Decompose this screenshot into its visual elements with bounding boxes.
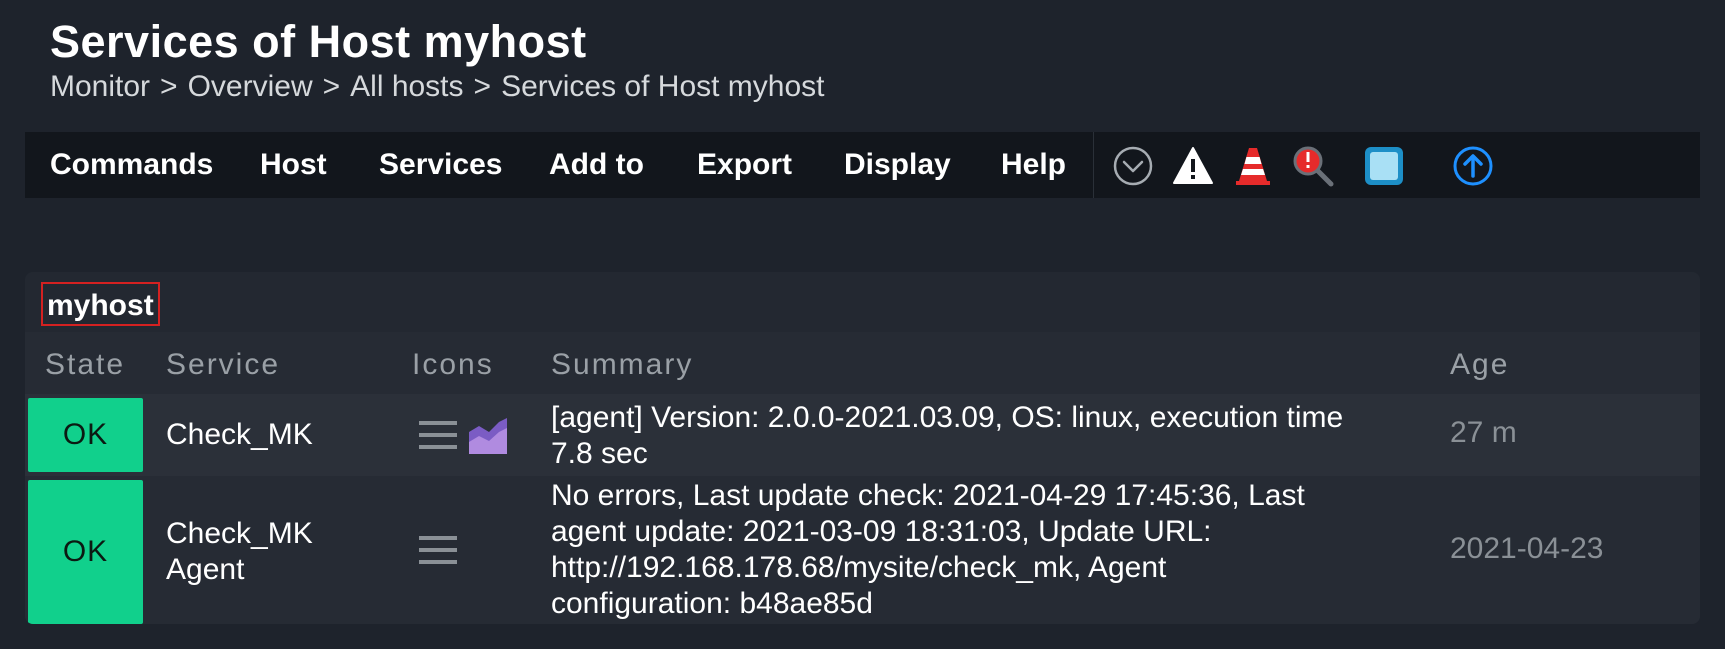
state-badge[interactable]: OK <box>28 480 143 624</box>
search-alert-icon[interactable] <box>1292 145 1334 187</box>
traffic-cone-icon[interactable] <box>1232 145 1274 187</box>
table-row: OK Check_MK [agent] Version: 2.0.0-2021.… <box>25 394 1700 476</box>
service-age: 2021-04-23 <box>1450 532 1604 565</box>
menu-display[interactable]: Display <box>844 132 951 198</box>
menu-divider <box>1093 132 1094 198</box>
arrow-up-circle-icon[interactable] <box>1452 145 1494 187</box>
menu-icon[interactable] <box>417 533 459 567</box>
breadcrumb-overview[interactable]: Overview <box>188 70 313 103</box>
column-header-age[interactable]: Age <box>1450 348 1509 382</box>
graph-icon[interactable] <box>467 414 509 456</box>
chevron-down-circle-icon[interactable] <box>1112 145 1154 187</box>
table-row: OK Check_MK Agent No errors, Last update… <box>25 476 1700 624</box>
menu-add-to[interactable]: Add to <box>549 132 644 198</box>
host-name-link[interactable]: myhost <box>41 282 160 326</box>
menu-help[interactable]: Help <box>1001 132 1066 198</box>
column-header-summary[interactable]: Summary <box>551 348 693 382</box>
column-header-state[interactable]: State <box>45 348 125 382</box>
host-header: myhost <box>25 272 1700 332</box>
breadcrumb-separator: > <box>160 70 178 103</box>
breadcrumb-current[interactable]: Services of Host myhost <box>501 70 824 103</box>
menu-host[interactable]: Host <box>260 132 327 198</box>
square-toggle-icon[interactable] <box>1363 145 1405 187</box>
service-name[interactable]: Check_MK Agent <box>166 516 336 588</box>
breadcrumb-separator: > <box>322 70 341 103</box>
menu-export[interactable]: Export <box>697 132 792 198</box>
state-badge[interactable]: OK <box>28 398 143 472</box>
service-name[interactable]: Check_MK <box>166 417 313 453</box>
breadcrumb-all-hosts[interactable]: All hosts <box>350 70 463 103</box>
page: Services of Host myhost Monitor > Overview… <box>0 0 1725 649</box>
menu-icon[interactable] <box>417 418 459 452</box>
service-age: 27 m <box>1450 416 1517 449</box>
warning-icon[interactable] <box>1172 145 1214 187</box>
menu-services[interactable]: Services <box>379 132 502 198</box>
breadcrumb-monitor[interactable]: Monitor <box>50 70 150 103</box>
host-services-panel: myhost State Service Icons Summary Age O… <box>25 272 1700 624</box>
service-summary: [agent] Version: 2.0.0-2021.03.09, OS: l… <box>551 401 1344 470</box>
page-title: Services of Host myhost <box>50 16 587 67</box>
service-summary: No errors, Last update check: 2021-04-29… <box>551 479 1305 620</box>
column-header-icons: Icons <box>412 348 494 381</box>
column-header-service[interactable]: Service <box>166 348 280 382</box>
menu-commands[interactable]: Commands <box>50 132 213 198</box>
menu-bar: Commands Host Services Add to Export Dis… <box>25 132 1700 198</box>
breadcrumb-separator: > <box>473 70 492 103</box>
breadcrumb: Monitor > Overview > All hosts > Services of H… <box>50 70 825 104</box>
